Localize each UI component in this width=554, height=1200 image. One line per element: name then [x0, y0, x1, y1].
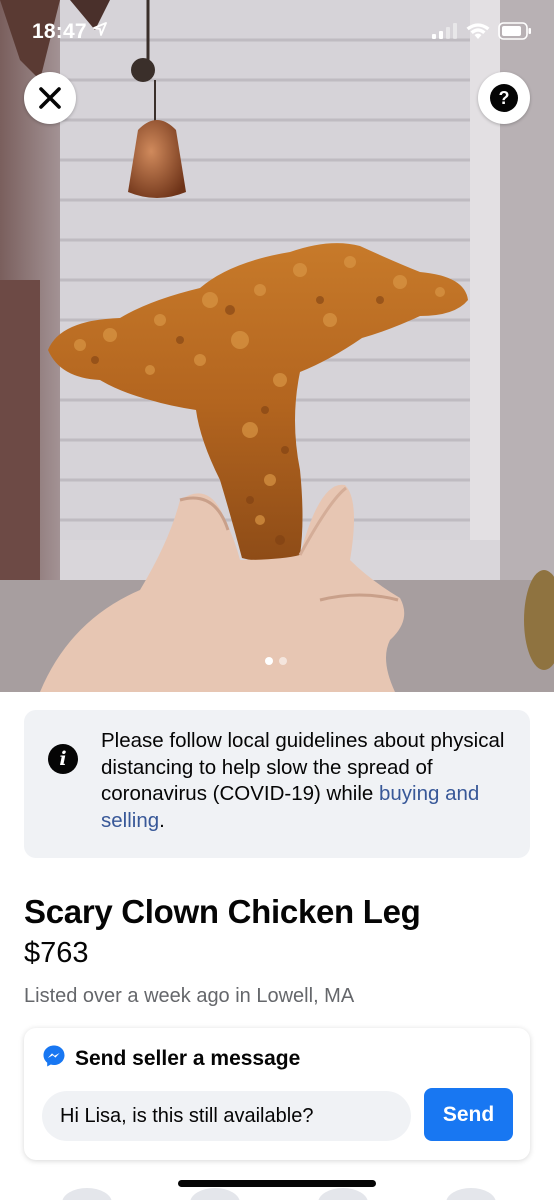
listing-title: Scary Clown Chicken Leg: [24, 893, 421, 930]
covid-notice: i Please follow local guidelines about p…: [24, 710, 530, 858]
message-header-label: Send seller a message: [75, 1046, 301, 1070]
help-button[interactable]: ?: [478, 72, 530, 124]
message-seller-card: Send seller a message Send: [24, 1028, 530, 1160]
battery-icon: [498, 22, 532, 45]
close-button[interactable]: [24, 72, 76, 124]
message-input[interactable]: [42, 1091, 411, 1141]
signal-icon: [432, 23, 458, 44]
pager-dot-1[interactable]: [265, 657, 273, 665]
location-arrow-icon: [93, 22, 107, 41]
help-icon: ?: [490, 84, 518, 112]
send-button[interactable]: Send: [424, 1088, 513, 1141]
listing-price: $763: [24, 937, 89, 969]
info-icon: i: [48, 744, 78, 774]
action-buttons-row: [0, 1188, 554, 1200]
close-icon: [39, 87, 61, 109]
pager-dot-2[interactable]: [279, 657, 287, 665]
notice-end: .: [159, 808, 165, 832]
listing-photo[interactable]: 18:47 ?: [0, 0, 554, 692]
action-button-4[interactable]: [446, 1188, 496, 1200]
messenger-icon: [42, 1044, 66, 1073]
action-button-3[interactable]: [318, 1188, 368, 1200]
wifi-icon: [466, 22, 490, 45]
photo-pager: [265, 657, 287, 665]
action-button-2[interactable]: [190, 1188, 240, 1200]
message-header: Send seller a message: [42, 1044, 300, 1073]
notice-text: Please follow local guidelines about phy…: [101, 728, 516, 834]
status-time: 18:47: [32, 20, 87, 43]
home-indicator[interactable]: [178, 1180, 376, 1187]
status-bar: 18:47: [0, 0, 554, 62]
listing-meta: Listed over a week ago in Lowell, MA: [24, 985, 355, 1007]
status-icons: [432, 22, 532, 45]
action-button-1[interactable]: [62, 1188, 112, 1200]
chicken-leg-photo: [0, 0, 554, 692]
